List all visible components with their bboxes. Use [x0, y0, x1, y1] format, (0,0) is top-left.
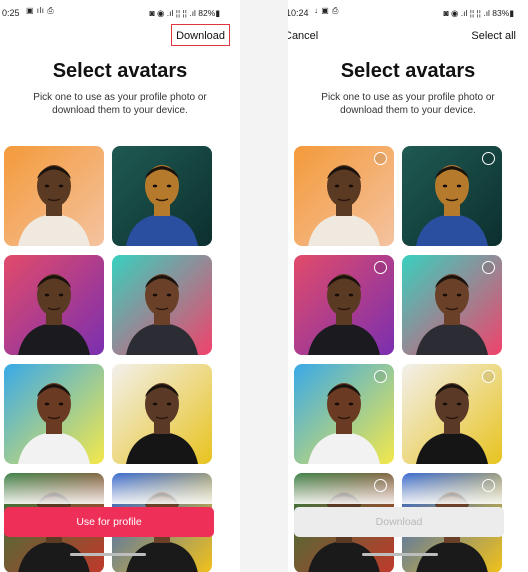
- select-circle-icon[interactable]: [374, 152, 387, 165]
- download-button-top[interactable]: Download: [171, 24, 230, 46]
- select-circle-icon[interactable]: [482, 152, 495, 165]
- download-button-disabled[interactable]: Download: [294, 507, 504, 537]
- avatar-purple-gradient[interactable]: [4, 255, 104, 355]
- divider-gap: [240, 0, 288, 572]
- top-bar: ‹ Download: [0, 24, 240, 50]
- select-circle-icon[interactable]: [374, 261, 387, 274]
- page-title: Select avatars: [52, 60, 188, 82]
- home-indicator: [70, 553, 146, 556]
- avatar-floral-orange[interactable]: [4, 146, 104, 246]
- avatar-image: [4, 255, 104, 355]
- avatar-glowing-portrait[interactable]: [402, 146, 502, 246]
- select-circle-icon[interactable]: [482, 370, 495, 383]
- status-time: 10:24: [288, 8, 309, 18]
- avatar-teal-pink[interactable]: [402, 255, 502, 355]
- status-time: 0:25: [2, 8, 20, 18]
- avatar-glowing-portrait[interactable]: [112, 146, 212, 246]
- left-phone-screen: 0:25 ▣ ılı ⎙ ◙ ◉ .ıl ¦¦ ¦¦ .ıl 82%▮ ‹ Do…: [0, 0, 240, 572]
- status-system-icons: ◙ ◉ .ıl ¦¦ ¦¦ .ıl 82%▮: [149, 8, 220, 18]
- page-subtitle: Pick one to use as your profile photo or…: [33, 92, 207, 116]
- cancel-button[interactable]: Cancel: [288, 30, 318, 42]
- top-bar: Cancel Select all: [288, 24, 528, 50]
- status-notification-icons: ▣ ılı ⎙: [26, 6, 55, 15]
- avatar-image: [112, 364, 212, 464]
- list-fade: [0, 470, 240, 504]
- avatar-purple-gradient[interactable]: [294, 255, 394, 355]
- page-subtitle: Pick one to use as your profile photo or…: [321, 92, 495, 116]
- avatar-paint-splash[interactable]: [294, 364, 394, 464]
- status-notification-icons: ↓ ▣ ⎙: [314, 6, 339, 15]
- select-all-button[interactable]: Select all: [471, 30, 516, 42]
- avatar-yellow-splash[interactable]: [112, 364, 212, 464]
- avatar-floral-orange[interactable]: [294, 146, 394, 246]
- avatar-image: [4, 146, 104, 246]
- status-system-icons: ◙ ◉ .ıl ¦¦ ¦¦ .ıl 83%▮: [443, 8, 514, 18]
- page-title: Select avatars: [340, 60, 476, 82]
- select-circle-icon[interactable]: [374, 370, 387, 383]
- right-phone-screen: 10:24 ↓ ▣ ⎙ ◙ ◉ .ıl ¦¦ ¦¦ .ıl 83%▮ Cance…: [288, 0, 528, 572]
- avatar-image: [112, 255, 212, 355]
- status-bar: 0:25 ▣ ılı ⎙ ◙ ◉ .ıl ¦¦ ¦¦ .ıl 82%▮: [0, 6, 240, 22]
- status-bar: 10:24 ↓ ▣ ⎙ ◙ ◉ .ıl ¦¦ ¦¦ .ıl 83%▮: [288, 6, 528, 22]
- avatar-teal-pink[interactable]: [112, 255, 212, 355]
- avatar-paint-splash[interactable]: [4, 364, 104, 464]
- home-indicator: [362, 553, 438, 556]
- avatar-image: [112, 146, 212, 246]
- use-for-profile-button[interactable]: Use for profile: [4, 507, 214, 537]
- select-circle-icon[interactable]: [482, 261, 495, 274]
- avatar-yellow-splash[interactable]: [402, 364, 502, 464]
- list-fade: [288, 470, 528, 504]
- avatar-image: [4, 364, 104, 464]
